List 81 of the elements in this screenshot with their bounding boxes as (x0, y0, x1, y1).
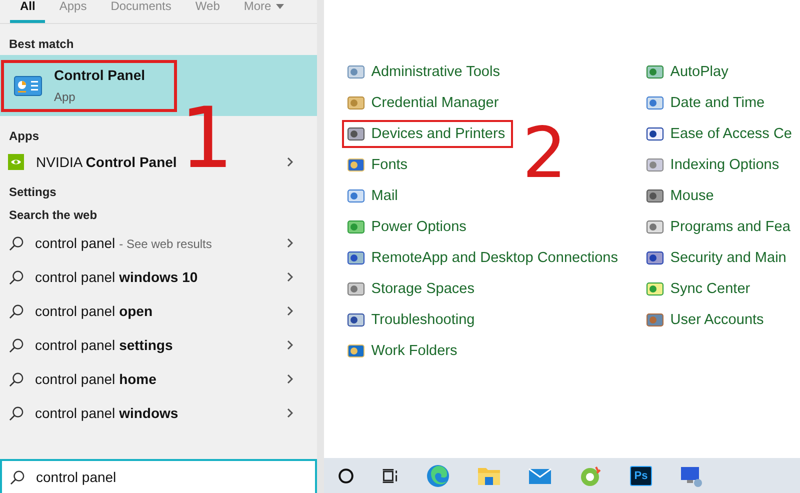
suggestion-text: control panel windows (35, 405, 180, 421)
search-icon (9, 270, 24, 284)
search-input[interactable]: control panel (36, 469, 286, 485)
control-panel-link[interactable]: Power Options (342, 212, 474, 240)
app-icon[interactable] (579, 464, 604, 488)
applet-icon (646, 310, 664, 328)
web-suggestion[interactable]: control panel windows (0, 396, 316, 430)
applet-icon (646, 218, 664, 236)
section-heading: Search the web (8, 207, 98, 224)
web-suggestion[interactable]: control panel home (0, 362, 316, 396)
control-panel-link[interactable]: Programs and Fea (641, 212, 798, 240)
search-icon (10, 470, 25, 484)
applet-icon (347, 248, 366, 266)
app-icon (8, 154, 24, 170)
chevron-icon (286, 157, 292, 167)
tab[interactable]: All (10, 0, 46, 23)
result-type: App (54, 90, 76, 104)
browser-icon[interactable] (426, 464, 450, 488)
control-panel-link[interactable]: Troubleshooting (342, 306, 483, 334)
control-panel-link[interactable]: Security and Main (641, 244, 794, 272)
applet-icon (646, 156, 664, 174)
app-button[interactable]: Ps (630, 466, 652, 486)
control-panel-link[interactable]: Administrative Tools (342, 58, 508, 86)
section-heading: Best match (8, 36, 74, 53)
search-icon (9, 338, 24, 352)
suggestion-text: control panel open (35, 303, 154, 319)
applet-icon (347, 280, 366, 298)
chevron-icon (286, 374, 292, 384)
applet-icon (347, 94, 366, 112)
task-view-icon[interactable] (381, 466, 400, 484)
applet-icon (347, 218, 366, 236)
web-suggestion[interactable]: control panel open (0, 294, 316, 328)
control-panel-link[interactable]: User Accounts (641, 306, 772, 334)
result-title: Control Panel (54, 67, 146, 83)
applet-icon (646, 62, 664, 80)
control-panel-link[interactable]: Sync Center (641, 274, 758, 302)
suggestion-text: control panel windows 10 (35, 269, 199, 285)
web-suggestion[interactable]: control panel windows 10 (0, 260, 316, 294)
applet-icon (646, 248, 664, 266)
applet-icon (347, 124, 366, 142)
search-icon (9, 236, 24, 250)
control-panel-link[interactable]: AutoPlay (641, 58, 736, 86)
search-icon (9, 406, 24, 420)
control-panel-link[interactable]: Storage Spaces (342, 274, 482, 302)
control-panel-link[interactable]: Credential Manager (342, 88, 507, 116)
control-panel-link[interactable]: Devices and Printers (342, 120, 514, 148)
search-field[interactable]: control panel (0, 459, 316, 493)
control-panel-link[interactable]: Indexing Options (641, 150, 788, 178)
section-heading: Apps (8, 128, 39, 145)
chevron-icon (286, 340, 292, 350)
control-panel-link[interactable]: RemoteApp and Desktop Connections (342, 244, 626, 272)
control-panel-link[interactable]: Mouse (641, 182, 722, 210)
applet-icon (347, 62, 366, 80)
applet-icon (646, 186, 664, 204)
circle-icon[interactable] (338, 468, 354, 484)
control-panel-icon (14, 76, 42, 96)
applet-icon (646, 280, 664, 298)
applet-icon (347, 186, 366, 204)
suggestion-text: control panel home (35, 371, 158, 387)
chevron-icon (286, 272, 292, 282)
web-suggestion[interactable]: control panel - See web results (0, 226, 316, 260)
control-panel-link[interactable]: Ease of Access Ce (641, 120, 800, 148)
search-icon (9, 304, 24, 318)
control-panel-link[interactable]: Mail (342, 182, 406, 210)
chevron-icon (286, 238, 292, 248)
applet-icon (347, 156, 366, 174)
applet-icon (347, 342, 366, 360)
control-panel-link[interactable]: Work Folders (342, 336, 466, 364)
step-number: 2 (522, 118, 567, 188)
search-icon (9, 372, 24, 386)
suggestion-text: control panel settings (35, 337, 174, 353)
control-panel-link[interactable]: Fonts (342, 150, 416, 178)
applet-icon (347, 310, 366, 328)
web-suggestion[interactable]: control panel settings (0, 328, 316, 362)
chevron-icon (286, 306, 292, 316)
suggestion-text: control panel - See web results (35, 235, 213, 251)
result-label: NVIDIA Control Panel (36, 154, 178, 170)
chevron-icon (286, 408, 292, 418)
control-panel-link[interactable]: Date and Time (641, 88, 773, 116)
applet-icon (646, 94, 664, 112)
applet-icon (646, 124, 664, 142)
